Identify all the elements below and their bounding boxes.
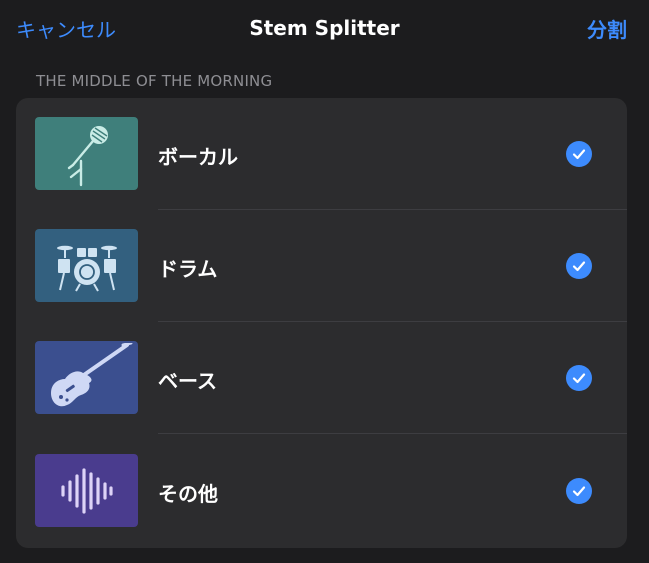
checkmark-icon[interactable] [566, 365, 592, 391]
waveform-icon [60, 467, 113, 514]
stem-label: ボーカル [158, 145, 238, 169]
checkmark-icon[interactable] [566, 253, 592, 279]
split-button[interactable]: 分割 [587, 14, 627, 43]
bass-guitar-icon [50, 342, 132, 406]
stem-thumbnail [35, 117, 138, 190]
section-header: THE MIDDLE OF THE MORNING [36, 72, 273, 90]
stem-list: ボーカル ドラム ベース その他 [16, 98, 627, 548]
stem-thumbnail [35, 229, 138, 302]
stem-thumbnail [35, 341, 138, 414]
stem-label: その他 [158, 482, 218, 506]
microphone-icon [67, 125, 108, 186]
stem-thumbnail [35, 454, 138, 527]
checkmark-icon[interactable] [566, 478, 592, 504]
navigation-bar: キャンセル Stem Splitter 分割 [0, 0, 649, 60]
checkmark-icon[interactable] [566, 141, 592, 167]
stem-row-bass[interactable]: ベース [16, 322, 627, 434]
page-title: Stem Splitter [249, 16, 400, 40]
drum-kit-icon [56, 245, 117, 291]
stem-label: ドラム [158, 257, 218, 281]
divider [158, 433, 627, 434]
stem-row-vocals[interactable]: ボーカル [16, 98, 627, 210]
stem-row-other[interactable]: その他 [16, 435, 627, 547]
stem-row-drums[interactable]: ドラム [16, 210, 627, 322]
stem-label: ベース [158, 369, 217, 393]
